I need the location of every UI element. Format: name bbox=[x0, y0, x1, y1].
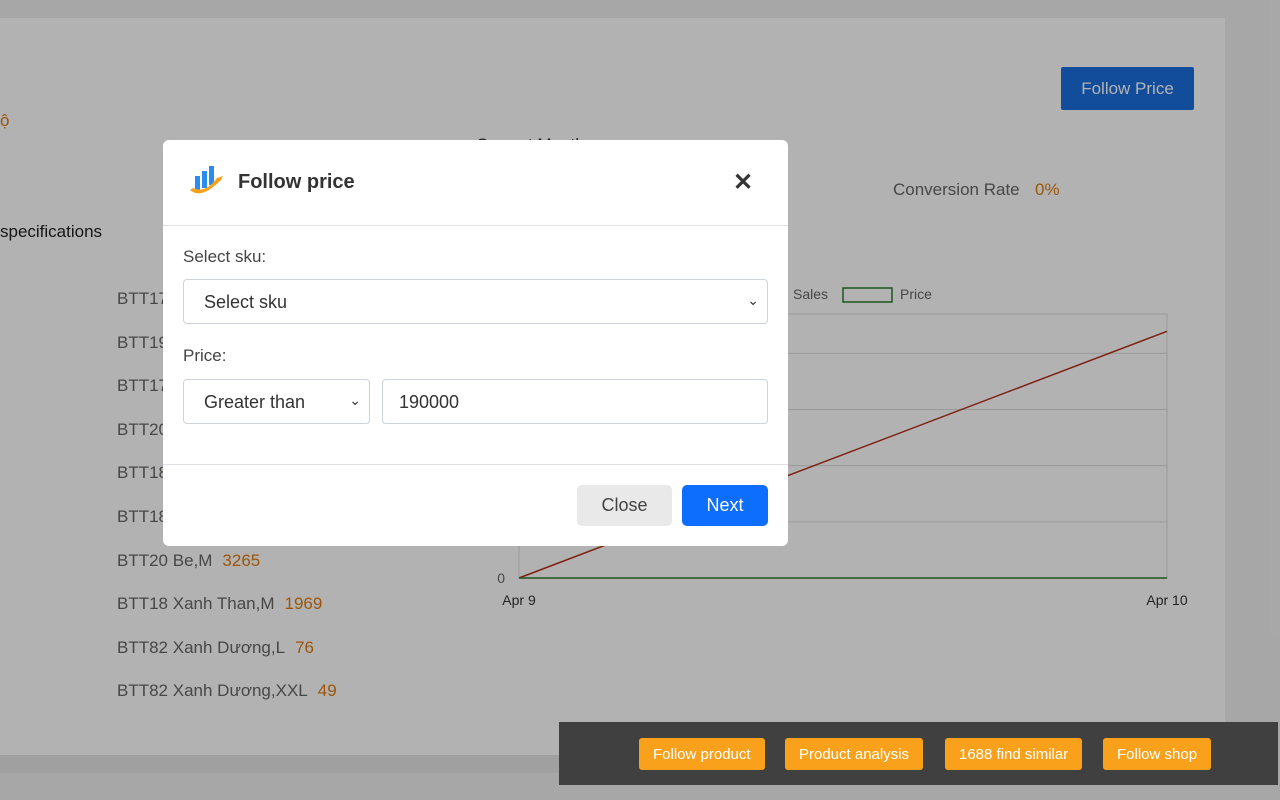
sku-label: Select sku: bbox=[183, 247, 267, 266]
extension-toolbar: Follow product Product analysis 1688 fin… bbox=[559, 722, 1278, 785]
price-input[interactable]: 190000 bbox=[382, 379, 768, 424]
modal-footer bbox=[163, 464, 788, 465]
chevron-down-icon: ⌄ bbox=[747, 292, 759, 308]
follow-price-modal: Follow price ✕ Select sku: Select sku ⌄ … bbox=[163, 140, 788, 546]
follow-product-button[interactable]: Follow product bbox=[639, 738, 765, 770]
price-label: Price: bbox=[183, 346, 227, 365]
sku-select[interactable]: Select sku ⌄ bbox=[183, 279, 768, 324]
follow-shop-button[interactable]: Follow shop bbox=[1103, 738, 1212, 770]
sku-select-value: Select sku bbox=[204, 292, 288, 312]
find-similar-1688-button[interactable]: 1688 find similar bbox=[945, 738, 1083, 770]
chart-growth-icon bbox=[190, 166, 223, 194]
comparison-select-value: Greater than bbox=[204, 392, 306, 412]
product-analysis-button[interactable]: Product analysis bbox=[785, 738, 924, 770]
chevron-down-icon: ⌄ bbox=[349, 392, 361, 408]
close-button[interactable]: Close bbox=[577, 485, 672, 526]
modal-title: Follow price bbox=[238, 171, 355, 193]
comparison-select[interactable]: Greater than ⌄ bbox=[183, 379, 370, 424]
close-icon[interactable]: ✕ bbox=[733, 168, 753, 197]
next-button[interactable]: Next bbox=[682, 485, 768, 526]
